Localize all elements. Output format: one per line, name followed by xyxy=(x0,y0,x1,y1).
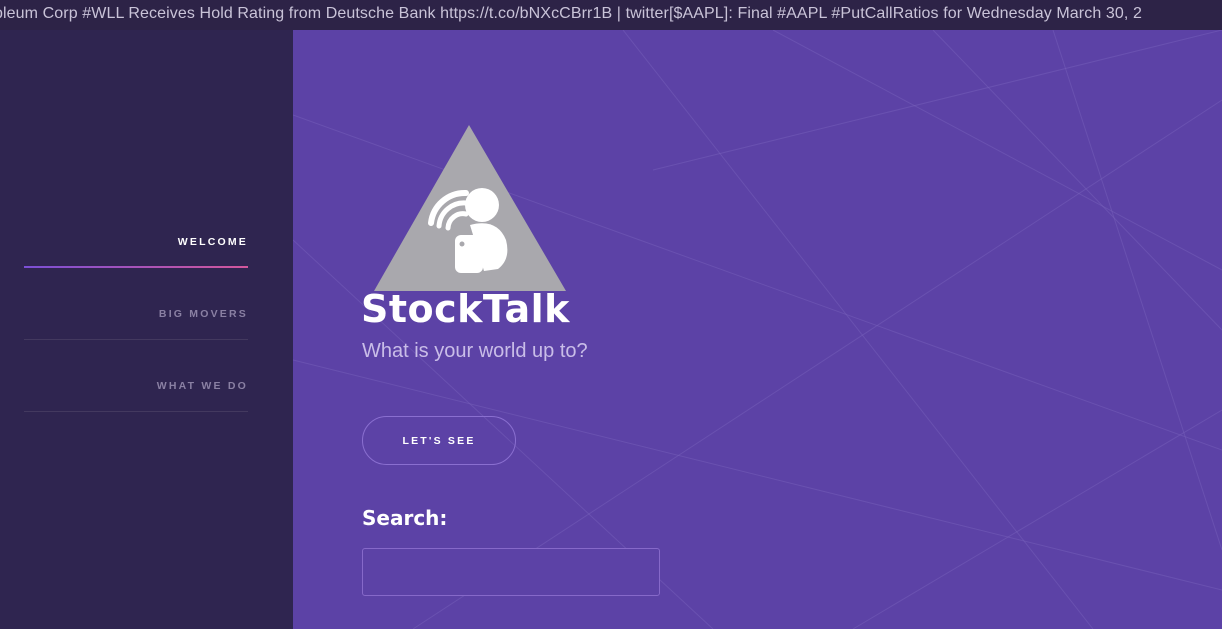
sidebar-item-big-movers[interactable]: BIG MOVERS xyxy=(24,300,248,340)
sidebar-item-label: BIG MOVERS xyxy=(158,308,248,320)
divider xyxy=(24,411,248,412)
active-underline xyxy=(24,266,248,268)
search-input[interactable] xyxy=(362,548,660,596)
stocktalk-logo xyxy=(374,125,566,291)
ticker-text: pleum Corp #WLL Receives Hold Rating fro… xyxy=(0,5,1142,22)
lets-see-button[interactable]: LET'S SEE xyxy=(362,416,516,465)
brand-name: StockTalk xyxy=(361,287,570,331)
sidebar-item-what-we-do[interactable]: WHAT WE DO xyxy=(24,372,248,412)
tagline: What is your world up to? xyxy=(362,340,588,362)
sidebar-item-label: WELCOME xyxy=(177,236,248,248)
sidebar-item-welcome[interactable]: WELCOME xyxy=(24,228,248,268)
news-ticker: pleum Corp #WLL Receives Hold Rating fro… xyxy=(0,0,1222,30)
divider xyxy=(24,339,248,340)
sidebar: WELCOME BIG MOVERS WHAT WE DO xyxy=(0,30,293,629)
sidebar-item-label: WHAT WE DO xyxy=(156,380,248,392)
search-label: Search: xyxy=(362,506,448,530)
